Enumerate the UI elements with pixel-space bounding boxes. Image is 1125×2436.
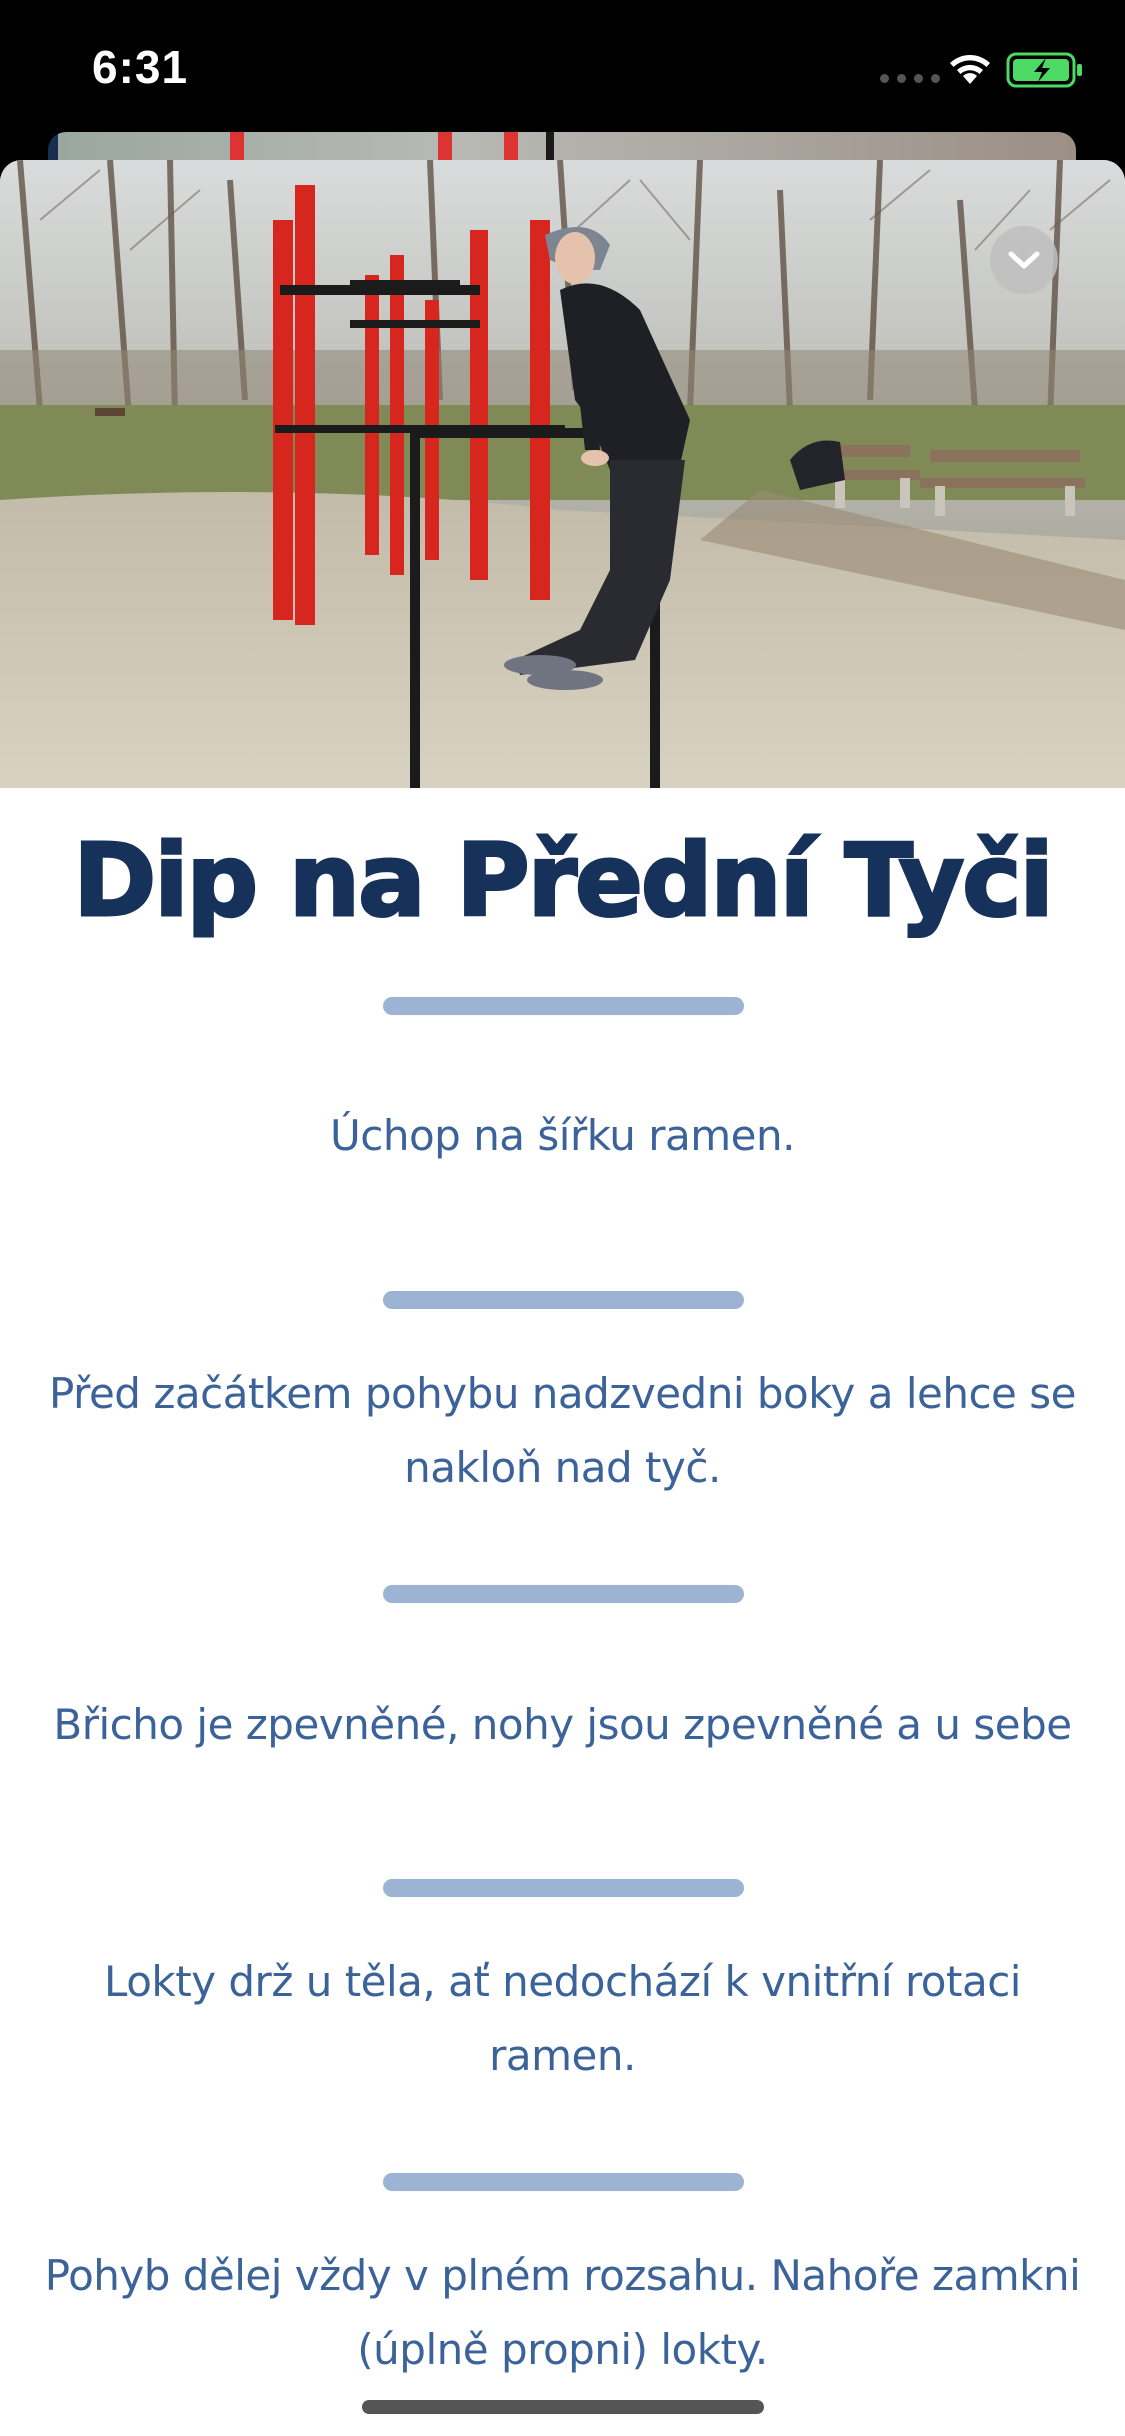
step-4: Lokty drž u těla, ať nedochází k vnitřní… — [104, 1957, 1021, 2080]
status-time: 6:31 — [92, 41, 189, 93]
divider — [383, 1879, 744, 1897]
exercise-detail-sheet: Dip na Přední Tyči Úchop na šířku ramen.… — [0, 160, 1125, 2436]
wifi-icon — [950, 55, 990, 84]
divider — [383, 2173, 744, 2191]
exercise-title: Dip na Přední Tyči — [72, 821, 1056, 941]
collapse-button[interactable] — [990, 226, 1058, 294]
chevron-down-icon — [1008, 251, 1040, 269]
divider — [383, 997, 744, 1015]
step-5: Pohyb dělej vždy v plném rozsahu. Nahoře… — [44, 2251, 1081, 2374]
divider — [383, 1585, 744, 1603]
battery-charging-icon — [1006, 52, 1082, 88]
step-3: Břicho je zpevněné, nohy jsou zpevněné a… — [53, 1700, 1072, 1749]
home-indicator[interactable] — [362, 2400, 764, 2414]
divider — [383, 1291, 744, 1309]
status-bar: 6:31 — [0, 0, 1125, 140]
exercise-video[interactable] — [0, 160, 1125, 788]
cellular-signal-icon — [880, 74, 940, 83]
step-1: Úchop na šířku ramen. — [330, 1111, 795, 1160]
step-2: Před začátkem pohybu nadzvedni boky a le… — [49, 1369, 1076, 1492]
video-frame-illustration — [0, 160, 1125, 788]
